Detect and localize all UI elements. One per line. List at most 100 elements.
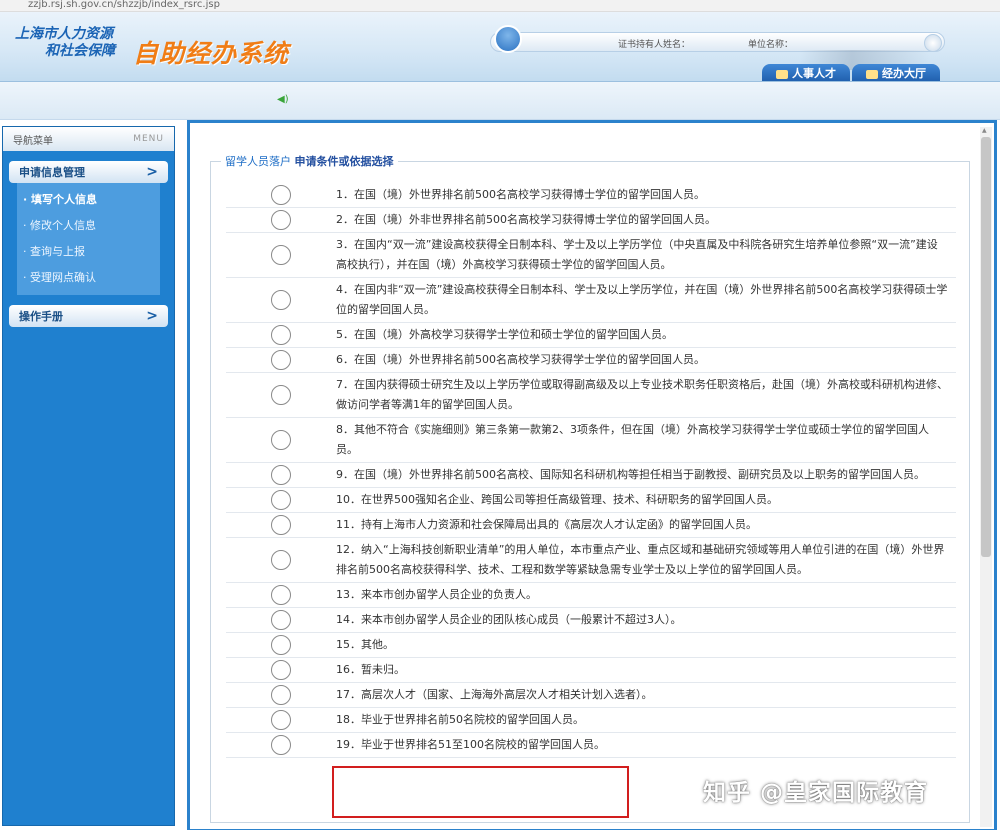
option-row[interactable]: 1．在国（境）外世界排名前500名高校学习获得博士学位的留学回国人员。 (226, 183, 956, 208)
url-text: zzjb.rsj.sh.gov.cn/shzzjb/index_rsrc.jsp (28, 0, 220, 10)
radio-button[interactable] (271, 185, 291, 205)
radio-cell (226, 278, 336, 322)
radio-button[interactable] (271, 210, 291, 230)
system-title: 自助经办系统 (133, 39, 290, 68)
org-name-line1: 上海市人力资源 (15, 26, 113, 42)
option-row[interactable]: 6．在国（境）外世界排名前500名高校学习获得学士学位的留学回国人员。 (226, 348, 956, 373)
org-logo: 上海市人力资源 和社会保障 (15, 26, 135, 60)
radio-button[interactable] (271, 610, 291, 630)
option-row[interactable]: 18．毕业于世界排名前50名院校的留学回国人员。 (226, 708, 956, 733)
option-row[interactable]: 5．在国（境）外高校学习获得学士学位和硕士学位的留学回国人员。 (226, 323, 956, 348)
sidebar-item-query-report[interactable]: · 查询与上报 (17, 239, 160, 265)
app-header: 上海市人力资源 和社会保障 自助经办系统 证书持有人姓名： 单位名称： 人事人才… (0, 12, 1000, 82)
menu-application-info[interactable]: 申请信息管理 > (9, 161, 168, 183)
scrollbar-thumb[interactable] (981, 137, 991, 557)
tab-label: 人事人才 (792, 67, 836, 80)
unit-name-label: 单位名称： (748, 40, 794, 50)
option-text: 6．在国（境）外世界排名前500名高校学习获得学士学位的留学回国人员。 (336, 353, 705, 366)
person-card-icon (776, 69, 788, 79)
option-text: 12．纳入“上海科技创新职业清单”的用人单位，本市重点产业、重点区域和基础研究领… (336, 543, 945, 576)
fieldset-legend: 留学人员落户 申请条件或依据选择 (221, 153, 398, 169)
option-text: 7．在国内获得硕士研究生及以上学历学位或取得副高级及以上专业技术职务任职资格后，… (336, 378, 948, 411)
radio-button[interactable] (271, 550, 291, 570)
radio-button[interactable] (271, 515, 291, 535)
option-text: 15．其他。 (336, 638, 394, 651)
watermark: 知乎 @皇家国际教育 (703, 780, 929, 806)
vertical-scrollbar[interactable]: ▲ (980, 127, 992, 827)
legend-category: 留学人员落户 (225, 155, 291, 168)
radio-button[interactable] (271, 325, 291, 345)
option-row[interactable]: 15．其他。 (226, 633, 956, 658)
option-row[interactable]: 8．其他不符合《实施细则》第三条第一款第2、3项条件，但在国（境）外高校学习获得… (226, 418, 956, 463)
radio-button[interactable] (271, 635, 291, 655)
option-text: 13．来本市创办留学人员企业的负责人。 (336, 588, 537, 601)
option-text: 3．在国内“双一流”建设高校获得全日制本科、学士及以上学历学位（中央直属及中科院… (336, 238, 938, 271)
option-text: 1．在国（境）外世界排名前500名高校学习获得博士学位的留学回国人员。 (336, 188, 705, 201)
option-row[interactable]: 16．暂未归。 (226, 658, 956, 683)
option-row[interactable]: 14．来本市创办留学人员企业的团队核心成员（一般累计不超过3人）。 (226, 608, 956, 633)
radio-button[interactable] (271, 290, 291, 310)
options-list: 1．在国（境）外世界排名前500名高校学习获得博士学位的留学回国人员。 2．在国（… (226, 183, 956, 758)
sidebar-item-fill-info[interactable]: · 填写个人信息 (17, 187, 160, 213)
chevron-right-icon: > (146, 308, 158, 324)
tab-label: 经办大厅 (882, 67, 926, 80)
chevron-right-icon: > (146, 164, 158, 180)
radio-button[interactable] (271, 245, 291, 265)
option-row[interactable]: 4．在国内非“双一流”建设高校获得全日制本科、学士及以上学历学位，并在国（境）外… (226, 278, 956, 323)
radio-button[interactable] (271, 710, 291, 730)
option-text: 19．毕业于世界排名51至100名院校的留学回国人员。 (336, 738, 605, 751)
sidebar: 导航菜单 MENU 申请信息管理 > · 填写个人信息 · 修改个人信息 · 查… (2, 126, 175, 826)
radio-button[interactable] (271, 490, 291, 510)
radio-button[interactable] (271, 465, 291, 485)
sidebar-item-edit-info[interactable]: · 修改个人信息 (17, 213, 160, 239)
radio-button[interactable] (271, 735, 291, 755)
menu-manual[interactable]: 操作手册 > (9, 305, 168, 327)
radio-cell (226, 348, 336, 372)
option-text: 8．其他不符合《实施细则》第三条第一款第2、3项条件，但在国（境）外高校学习获得… (336, 423, 929, 456)
option-text: 16．暂未归。 (336, 663, 405, 676)
option-text: 17．高层次人才（国家、上海海外高层次人才相关计划入选者）。 (336, 688, 653, 701)
radio-cell (226, 538, 336, 582)
option-row[interactable]: 19．毕业于世界排名51至100名院校的留学回国人员。 (226, 733, 956, 758)
option-text: 4．在国内非“双一流”建设高校获得全日制本科、学士及以上学历学位，并在国（境）外… (336, 283, 948, 316)
radio-cell (226, 658, 336, 682)
user-info-bar (490, 32, 945, 52)
condition-fieldset: 留学人员落户 申请条件或依据选择 1．在国（境）外世界排名前500名高校学习获得… (210, 153, 970, 823)
option-row[interactable]: 2．在国（境）外非世界排名前500名高校学习获得博士学位的留学回国人员。 (226, 208, 956, 233)
legend-title: 申请条件或依据选择 (294, 155, 394, 168)
radio-cell (226, 488, 336, 512)
option-row[interactable]: 10．在世界500强知名企业、跨国公司等担任高级管理、技术、科研职务的留学回国人… (226, 488, 956, 513)
browser-url-bar[interactable]: zzjb.rsj.sh.gov.cn/shzzjb/index_rsrc.jsp (0, 0, 1000, 12)
option-row[interactable]: 11．持有上海市人力资源和社会保障局出具的《高层次人才认定函》的留学回国人员。 (226, 513, 956, 538)
option-row[interactable]: 9．在国（境）外世界排名前500名高校、国际知名科研机构等担任相当于副教授、副研… (226, 463, 956, 488)
sidebar-title-en: MENU (133, 134, 164, 144)
submenu-application-info: · 填写个人信息 · 修改个人信息 · 查询与上报 · 受理网点确认 (17, 183, 160, 295)
tab-service-hall[interactable]: 经办大厅 (852, 64, 940, 81)
radio-button[interactable] (271, 685, 291, 705)
radio-button[interactable] (271, 350, 291, 370)
option-text: 11．持有上海市人力资源和社会保障局出具的《高层次人才认定函》的留学回国人员。 (336, 518, 757, 531)
option-text: 10．在世界500强知名企业、跨国公司等担任高级管理、技术、科研职务的留学回国人… (336, 493, 778, 506)
option-text: 2．在国（境）外非世界排名前500名高校学习获得博士学位的留学回国人员。 (336, 213, 716, 226)
radio-button[interactable] (271, 585, 291, 605)
org-name-line2: 和社会保障 (45, 43, 115, 59)
user-avatar-icon (494, 25, 522, 53)
radio-cell (226, 583, 336, 607)
option-row[interactable]: 13．来本市创办留学人员企业的负责人。 (226, 583, 956, 608)
radio-button[interactable] (271, 660, 291, 680)
sub-toolbar: ◀) (0, 82, 1000, 120)
sidebar-header: 导航菜单 MENU (3, 127, 174, 151)
option-row[interactable]: 17．高层次人才（国家、上海海外高层次人才相关计划入选者）。 (226, 683, 956, 708)
sidebar-item-site-confirm[interactable]: · 受理网点确认 (17, 265, 160, 291)
radio-cell (226, 708, 336, 732)
radio-button[interactable] (271, 385, 291, 405)
radio-cell (226, 608, 336, 632)
content-panel: 留学人员落户 申请条件或依据选择 1．在国（境）外世界排名前500名高校学习获得… (187, 120, 997, 830)
tab-personnel[interactable]: 人事人才 (762, 64, 850, 81)
radio-button[interactable] (271, 430, 291, 450)
radio-cell (226, 208, 336, 232)
radio-cell (226, 233, 336, 277)
option-row[interactable]: 3．在国内“双一流”建设高校获得全日制本科、学士及以上学历学位（中央直属及中科院… (226, 233, 956, 278)
option-row[interactable]: 7．在国内获得硕士研究生及以上学历学位或取得副高级及以上专业技术职务任职资格后，… (226, 373, 956, 418)
option-row[interactable]: 12．纳入“上海科技创新职业清单”的用人单位，本市重点产业、重点区域和基础研究领… (226, 538, 956, 583)
